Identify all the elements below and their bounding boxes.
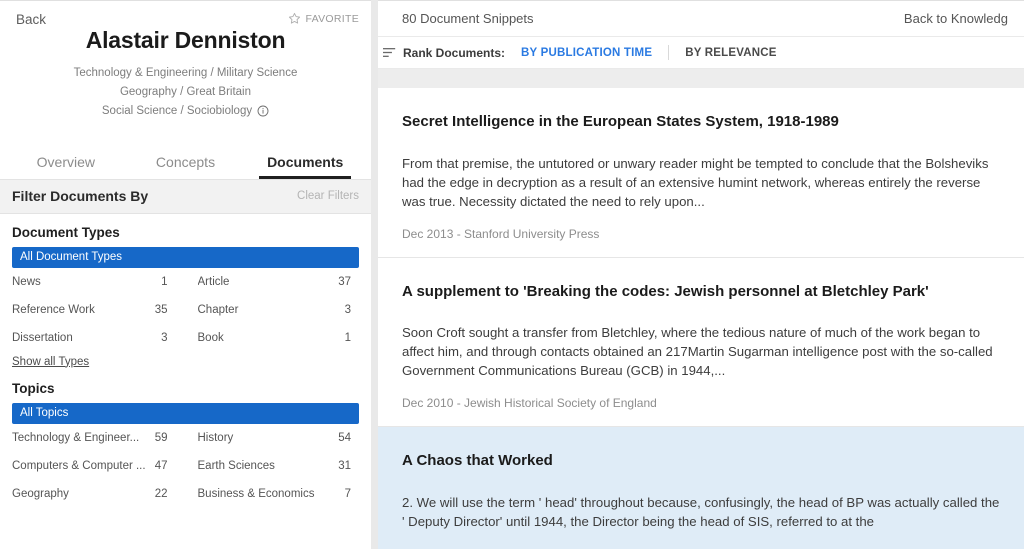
facet-item-count: 1 xyxy=(345,332,351,344)
star-outline-icon xyxy=(288,12,301,25)
sort-descending-icon[interactable] xyxy=(383,47,396,58)
document-snippet-list: Secret Intelligence in the European Stat… xyxy=(378,88,1024,549)
facet-item-label: Dissertation xyxy=(12,332,79,344)
entity-category: Technology & Engineering / Military Scie… xyxy=(0,64,371,83)
facet-item-label: Reference Work xyxy=(12,304,101,316)
facet-item-news[interactable]: News 1 xyxy=(12,268,186,296)
back-to-knowledge-button[interactable]: Back to Knowledg xyxy=(904,11,1008,26)
facet-item-label: History xyxy=(198,432,240,444)
facet-all-document-types[interactable]: All Document Types xyxy=(12,247,359,268)
show-all-types-link[interactable]: Show all Types xyxy=(12,356,89,368)
facet-item-technology-engineering[interactable]: Technology & Engineer... 59 xyxy=(12,424,186,452)
facet-item-label: Geography xyxy=(12,488,75,500)
entity-category-label: Technology & Engineering / Military Scie… xyxy=(74,64,298,83)
facet-item-computers[interactable]: Computers & Computer ... 47 xyxy=(12,452,186,480)
back-button[interactable]: Back xyxy=(16,12,46,27)
documents-panel: 80 Document Snippets Back to Knowledg Ra… xyxy=(378,0,1024,549)
snippets-count-label: 80 Document Snippets xyxy=(402,11,534,26)
facet-item-label: Technology & Engineer... xyxy=(12,432,145,444)
document-snippet-selected[interactable]: A Chaos that Worked 2. We will use the t… xyxy=(378,427,1024,549)
filter-header-title: Filter Documents By xyxy=(12,188,148,204)
page-title: Alastair Denniston xyxy=(0,27,371,55)
facet-title: Document Types xyxy=(12,225,359,240)
facet-item-label: Chapter xyxy=(198,304,245,316)
rank-option-by-relevance[interactable]: BY RELEVANCE xyxy=(676,47,785,59)
app-root: Back FAVORITE Alastair Denniston Technol… xyxy=(0,0,1024,549)
document-snippet[interactable]: Secret Intelligence in the European Stat… xyxy=(378,88,1024,258)
snippet-body: From that premise, the untutored or unwa… xyxy=(402,154,1000,211)
favorite-label: FAVORITE xyxy=(305,13,359,25)
filter-header: Filter Documents By Clear Filters xyxy=(0,179,371,214)
facet-item-geography[interactable]: Geography 22 xyxy=(12,480,186,508)
snippet-title: Secret Intelligence in the European Stat… xyxy=(402,112,1000,132)
facet-item-label: Business & Economics xyxy=(198,488,321,500)
facet-column-left: Technology & Engineer... 59 Computers & … xyxy=(12,424,186,508)
entity-sidebar: Back FAVORITE Alastair Denniston Technol… xyxy=(0,0,371,549)
facet-item-count: 22 xyxy=(155,488,168,500)
snippet-meta: Dec 2010 - Jewish Historical Society of … xyxy=(402,396,1000,410)
clear-filters-button[interactable]: Clear Filters xyxy=(297,190,359,202)
facet-document-types: Document Types All Document Types News 1… xyxy=(0,225,371,370)
facet-title: Topics xyxy=(12,381,359,396)
facet-item-dissertation[interactable]: Dissertation 3 xyxy=(12,324,186,352)
facet-item-reference-work[interactable]: Reference Work 35 xyxy=(12,296,186,324)
facet-all-topics[interactable]: All Topics xyxy=(12,403,359,424)
facet-item-count: 7 xyxy=(345,488,351,500)
entity-category-label: Social Science / Sociobiology xyxy=(102,102,252,121)
facet-item-count: 54 xyxy=(338,432,351,444)
facet-item-business-economics[interactable]: Business & Economics 7 xyxy=(186,480,360,508)
panel-divider xyxy=(371,0,378,549)
facet-column-right: Article 37 Chapter 3 Book 1 xyxy=(186,268,360,352)
tab-documents[interactable]: Documents xyxy=(245,148,365,179)
facet-item-label: Computers & Computer ... xyxy=(12,460,152,472)
facet-item-count: 3 xyxy=(161,332,167,344)
entity-category: Social Science / Sociobiology xyxy=(0,102,371,121)
facet-item-count: 3 xyxy=(345,304,351,316)
facet-item-history[interactable]: History 54 xyxy=(186,424,360,452)
rank-documents-bar: Rank Documents: BY PUBLICATION TIME BY R… xyxy=(378,37,1024,69)
snippets-topbar: 80 Document Snippets Back to Knowledg xyxy=(378,1,1024,37)
snippet-title: A supplement to 'Breaking the codes: Jew… xyxy=(402,282,1000,302)
facet-item-count: 59 xyxy=(155,432,168,444)
facet-topics: Topics All Topics Technology & Engineer.… xyxy=(0,381,371,508)
facet-column-left: News 1 Reference Work 35 Dissertation 3 xyxy=(12,268,186,352)
facet-item-chapter[interactable]: Chapter 3 xyxy=(186,296,360,324)
facet-item-count: 1 xyxy=(161,276,167,288)
facet-item-count: 35 xyxy=(155,304,168,316)
tab-concepts[interactable]: Concepts xyxy=(126,148,246,179)
facet-grid: News 1 Reference Work 35 Dissertation 3 … xyxy=(12,268,359,352)
rank-documents-label: Rank Documents: xyxy=(403,46,505,60)
snippet-body: Soon Croft sought a transfer from Bletch… xyxy=(402,323,1000,380)
facet-item-book[interactable]: Book 1 xyxy=(186,324,360,352)
facet-item-label: News xyxy=(12,276,47,288)
entity-categories: Technology & Engineering / Military Scie… xyxy=(0,64,371,121)
info-circle-icon[interactable] xyxy=(257,105,269,117)
facet-grid: Technology & Engineer... 59 Computers & … xyxy=(12,424,359,508)
snippet-meta: Dec 2013 - Stanford University Press xyxy=(402,227,1000,241)
snippet-title: A Chaos that Worked xyxy=(402,451,1000,471)
facet-item-count: 31 xyxy=(338,460,351,472)
entity-header: Back FAVORITE Alastair Denniston Technol… xyxy=(0,1,371,131)
facet-column-right: History 54 Earth Sciences 31 Business & … xyxy=(186,424,360,508)
facet-item-label: Earth Sciences xyxy=(198,460,281,472)
tab-overview[interactable]: Overview xyxy=(6,148,126,179)
rank-options-separator xyxy=(668,45,669,60)
entity-category: Geography / Great Britain xyxy=(0,83,371,102)
entity-category-label: Geography / Great Britain xyxy=(120,83,251,102)
favorite-button[interactable]: FAVORITE xyxy=(288,12,359,25)
rank-option-by-publication-time[interactable]: BY PUBLICATION TIME xyxy=(512,47,661,59)
facet-item-label: Article xyxy=(198,276,236,288)
facet-item-label: Book xyxy=(198,332,230,344)
facet-item-count: 37 xyxy=(338,276,351,288)
document-snippet[interactable]: A supplement to 'Breaking the codes: Jew… xyxy=(378,258,1024,428)
facet-item-article[interactable]: Article 37 xyxy=(186,268,360,296)
list-top-spacer xyxy=(378,69,1024,90)
entity-tabs: Overview Concepts Documents xyxy=(0,148,371,179)
facet-item-count: 47 xyxy=(155,460,168,472)
snippet-body: 2. We will use the term ' head' througho… xyxy=(402,493,1000,531)
facet-item-earth-sciences[interactable]: Earth Sciences 31 xyxy=(186,452,360,480)
